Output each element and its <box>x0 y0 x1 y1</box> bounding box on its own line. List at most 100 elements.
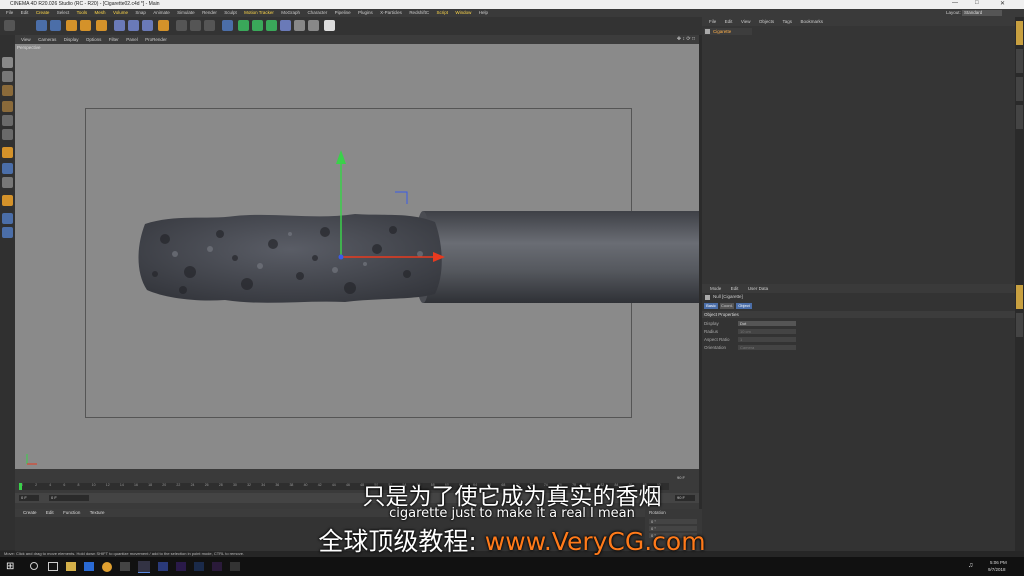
y-axis-arrow-icon[interactable] <box>336 150 346 164</box>
display-select[interactable]: Dot <box>738 321 796 326</box>
cigarette-model[interactable] <box>15 44 699 469</box>
file-explorer-icon[interactable] <box>66 562 76 571</box>
scale-tool-icon[interactable] <box>66 20 77 31</box>
locked-workplane-icon[interactable] <box>2 227 13 238</box>
y-axis-lock-icon[interactable] <box>128 20 139 31</box>
viewport-menu-display[interactable]: Display <box>64 35 79 44</box>
menu-mesh[interactable]: Mesh <box>95 9 106 17</box>
array-icon[interactable] <box>266 20 277 31</box>
render-settings-icon[interactable] <box>204 20 215 31</box>
menu-tools[interactable]: Tools <box>77 9 88 17</box>
move-tool-icon[interactable] <box>36 20 47 31</box>
menu-snap[interactable]: Snap <box>135 9 146 17</box>
tweak-mode-icon[interactable] <box>2 163 13 174</box>
layout-select[interactable]: Standard <box>962 10 1002 16</box>
cube-icon[interactable] <box>222 20 233 31</box>
edges-mode-icon[interactable] <box>2 115 13 126</box>
deformer-icon[interactable] <box>280 20 291 31</box>
objects-menu-bookmarks[interactable]: Bookmarks <box>800 17 823 26</box>
menu-sculpt[interactable]: Sculpt <box>224 9 237 17</box>
audition-icon[interactable] <box>212 562 222 571</box>
attributes-menu-mode[interactable]: Mode <box>710 284 721 293</box>
radius-field[interactable]: 10 cm <box>738 329 796 334</box>
attributes-menu-edit[interactable]: Edit <box>731 284 739 293</box>
aspect-ratio-field[interactable]: 1 <box>738 337 796 342</box>
menu-x-particles[interactable]: X-Particles <box>380 9 402 17</box>
mail-icon[interactable] <box>84 562 94 571</box>
viewport-perspective[interactable]: Perspective <box>15 44 699 469</box>
misc-app-icon[interactable] <box>230 562 240 571</box>
axis-origin[interactable] <box>338 254 344 260</box>
pen-icon[interactable] <box>238 20 249 31</box>
menu-simulate[interactable]: Simulate <box>177 9 195 17</box>
live-select-icon[interactable] <box>50 20 61 31</box>
viewport-solo-icon[interactable] <box>2 177 13 188</box>
viewport-menu-filter[interactable]: Filter <box>109 35 119 44</box>
texture-mode-icon[interactable] <box>2 85 13 96</box>
side-tab-objects[interactable] <box>1016 21 1023 45</box>
menu-animate[interactable]: Animate <box>153 9 170 17</box>
camera-icon[interactable] <box>308 20 319 31</box>
menu-plugins[interactable]: Plugins <box>358 9 373 17</box>
menu-create[interactable]: Create <box>36 9 50 17</box>
object-row-cigarette[interactable]: Cigarette <box>704 28 752 35</box>
tab-object[interactable]: Object <box>736 303 752 309</box>
render-picture-viewer-icon[interactable] <box>190 20 201 31</box>
viewport-menu-cameras[interactable]: Cameras <box>38 35 56 44</box>
cigarette-paper-tube[interactable] <box>423 211 699 303</box>
polygons-mode-icon[interactable] <box>2 129 13 140</box>
light-icon[interactable] <box>324 20 335 31</box>
side-tab-content-browser[interactable] <box>1016 77 1023 101</box>
undo-icon[interactable] <box>4 20 15 31</box>
close-icon[interactable]: ✕ <box>1000 0 1005 7</box>
coordinate-system-icon[interactable] <box>158 20 169 31</box>
chrome-icon[interactable] <box>102 562 112 572</box>
after-effects-icon[interactable] <box>176 562 186 571</box>
recent-tool-icon[interactable] <box>96 20 107 31</box>
objects-menu-objects[interactable]: Objects <box>759 17 774 26</box>
objects-menu-view[interactable]: View <box>741 17 751 26</box>
search-icon[interactable] <box>30 562 38 570</box>
windows-start-icon[interactable]: ⊞ <box>6 561 14 572</box>
minimize-icon[interactable]: — <box>952 0 958 6</box>
subdivision-icon[interactable] <box>252 20 263 31</box>
menu-edit[interactable]: Edit <box>21 9 29 17</box>
enable-axis-icon[interactable] <box>2 147 13 158</box>
floor-icon[interactable] <box>294 20 305 31</box>
premiere-icon[interactable] <box>158 562 168 571</box>
workplane-icon[interactable] <box>2 195 13 206</box>
menu-help[interactable]: Help <box>479 9 488 17</box>
app-icon[interactable] <box>120 562 130 571</box>
viewport-menu-view[interactable]: View <box>21 35 31 44</box>
menu-redshift[interactable]: RedshiftC <box>409 9 429 17</box>
menu-file[interactable]: File <box>6 9 13 17</box>
side-tab-structure[interactable] <box>1016 105 1023 129</box>
objects-menu-edit[interactable]: Edit <box>725 17 733 26</box>
orientation-select[interactable]: Camera <box>738 345 796 350</box>
viewport-nav-icon[interactable]: ✥ ↕ ⟳ □ <box>677 35 695 44</box>
points-mode-icon[interactable] <box>2 101 13 112</box>
menu-volume[interactable]: Volume <box>113 9 128 17</box>
menu-character[interactable]: Character <box>307 9 327 17</box>
z-axis-lock-icon[interactable] <box>142 20 153 31</box>
x-axis-lock-icon[interactable] <box>114 20 125 31</box>
side-tab-takes[interactable] <box>1016 49 1023 73</box>
menu-pipeline[interactable]: Pipeline <box>335 9 351 17</box>
menu-mograph[interactable]: MoGraph <box>281 9 300 17</box>
photoshop-icon[interactable] <box>194 562 204 571</box>
snap-icon[interactable] <box>2 213 13 224</box>
task-view-icon[interactable] <box>48 562 58 571</box>
menu-select[interactable]: Select <box>57 9 70 17</box>
side-tab-layers[interactable] <box>1016 313 1023 337</box>
menu-window[interactable]: Window <box>455 9 471 17</box>
maximize-icon[interactable]: □ <box>975 0 979 6</box>
volume-icon[interactable]: ♫ <box>968 562 973 569</box>
tab-basic[interactable]: Basic <box>704 303 718 309</box>
objects-menu-file[interactable]: File <box>709 17 716 26</box>
attributes-menu-user-data[interactable]: User Data <box>748 284 768 293</box>
cinema4d-taskbar-icon[interactable] <box>138 561 150 573</box>
side-tab-attributes[interactable] <box>1016 285 1023 309</box>
z-axis-plane-handle[interactable] <box>395 191 408 204</box>
make-editable-icon[interactable] <box>2 57 13 68</box>
render-view-icon[interactable] <box>176 20 187 31</box>
